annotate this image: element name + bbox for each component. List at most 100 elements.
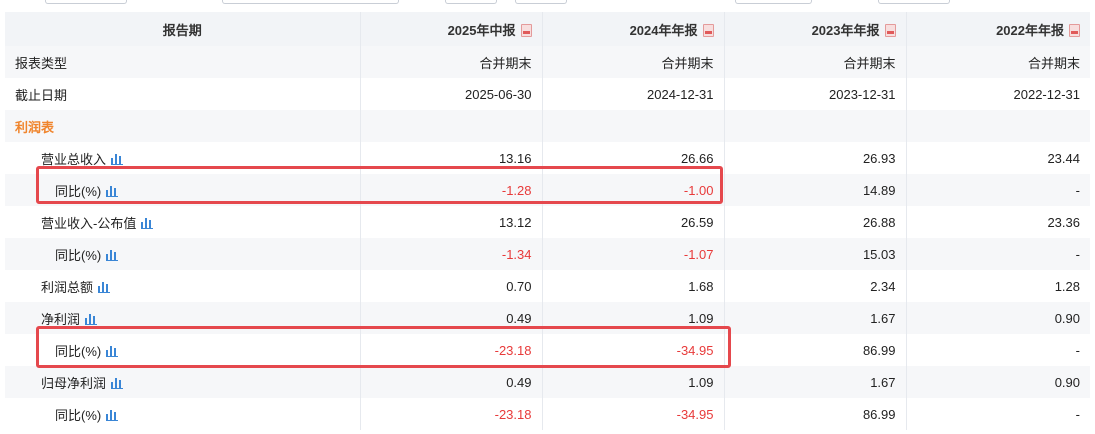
toolbar-tab[interactable] xyxy=(878,0,950,4)
table-row-total-revenue-yoy: 同比(%) -1.28 -1.00 14.89 - xyxy=(5,174,1090,206)
table-cell: 14.89 xyxy=(724,174,907,206)
table-cell: -1.28 xyxy=(360,174,543,206)
row-label: 营业总收入 xyxy=(41,151,107,167)
table-cell: 26.88 xyxy=(724,206,907,238)
row-label-cell: 利润总额 xyxy=(5,270,361,302)
table-cell: 0.90 xyxy=(1054,310,1080,326)
table-row-operating-revenue-yoy: 同比(%) -1.34 -1.07 15.03 - xyxy=(5,238,1090,270)
period-label: 2025年中报 xyxy=(447,22,516,38)
bar-chart-icon[interactable] xyxy=(111,377,124,389)
table-row-end-date: 截止日期 2025-06-30 2024-12-31 2023-12-31 20… xyxy=(5,78,1090,110)
bar-chart-icon[interactable] xyxy=(106,409,119,421)
table-cell: 23.36 xyxy=(1047,214,1080,230)
column-header-period-4[interactable]: 2022年年报 xyxy=(906,12,1090,46)
bar-chart-icon[interactable] xyxy=(106,249,119,261)
table-cell: 13.16 xyxy=(360,142,543,174)
column-header-period-1[interactable]: 2025年中报 xyxy=(360,12,543,46)
table-cell: 1.09 xyxy=(542,366,725,398)
table-cell xyxy=(360,110,543,142)
table-row-total-revenue: 营业总收入 13.16 26.66 26.93 23.44 xyxy=(5,142,1090,174)
pdf-icon[interactable] xyxy=(884,23,896,37)
row-label-cell: 营业总收入 xyxy=(5,142,361,174)
row-label: 归母净利润 xyxy=(41,375,107,391)
table-cell: 2.34 xyxy=(724,270,907,302)
table-cell: 1.67 xyxy=(724,366,907,398)
toolbar-tab[interactable] xyxy=(222,0,399,4)
row-label: 同比(%) xyxy=(55,343,102,359)
table-cell: 2022-12-31 xyxy=(1013,86,1081,102)
period-label: 2023年年报 xyxy=(811,22,880,38)
table-cell: 23.44 xyxy=(1047,150,1080,166)
row-label-cell: 同比(%) xyxy=(5,334,361,366)
table-cell: 1.09 xyxy=(542,302,725,334)
table-row-operating-revenue: 营业收入-公布值 13.12 26.59 26.88 23.36 xyxy=(5,206,1090,238)
table-cell: -34.95 xyxy=(542,398,725,430)
row-label: 同比(%) xyxy=(55,183,102,199)
pdf-icon[interactable] xyxy=(1069,23,1080,37)
row-label: 利润总额 xyxy=(41,279,94,295)
table-cell: 合并期末 xyxy=(724,46,907,78)
table-row-parent-net-profit: 归母净利润 0.49 1.09 1.67 0.90 xyxy=(5,366,1090,398)
bar-chart-icon[interactable] xyxy=(106,185,119,197)
bar-chart-icon[interactable] xyxy=(85,313,98,325)
row-label: 净利润 xyxy=(41,311,81,327)
period-label: 2024年年报 xyxy=(629,22,698,38)
table-cell: 2025-06-30 xyxy=(360,78,543,110)
top-toolbar-edge xyxy=(0,0,1095,6)
toolbar-tab[interactable] xyxy=(735,0,812,4)
table-cell: -23.18 xyxy=(360,398,543,430)
toolbar-tab[interactable] xyxy=(45,0,127,4)
financial-statement-table: 报告期 2025年中报 2024年年报 2023年年报 2022年年报 报表类型… xyxy=(5,12,1090,430)
table-cell: 26.59 xyxy=(542,206,725,238)
table-cell: 0.70 xyxy=(360,270,543,302)
table-cell: 0.49 xyxy=(360,302,543,334)
table-cell: 1.28 xyxy=(1054,278,1080,294)
table-cell: -1.07 xyxy=(542,238,725,270)
row-label: 报表类型 xyxy=(5,46,361,78)
row-label-cell: 归母净利润 xyxy=(5,366,361,398)
toolbar-tab[interactable] xyxy=(515,0,567,4)
table-cell: 合并期末 xyxy=(1027,55,1080,71)
bar-chart-icon[interactable] xyxy=(141,217,154,229)
table-cell: 26.66 xyxy=(542,142,725,174)
toolbar-tab[interactable] xyxy=(445,0,497,4)
table-cell: - xyxy=(1075,246,1080,262)
table-cell: 1.68 xyxy=(542,270,725,302)
period-label: 2022年年报 xyxy=(996,22,1064,38)
row-label: 同比(%) xyxy=(55,407,102,423)
table-cell: -1.34 xyxy=(360,238,543,270)
table-row-net-profit-yoy: 同比(%) -23.18 -34.95 86.99 - xyxy=(5,334,1090,366)
table-cell: 13.12 xyxy=(360,206,543,238)
table-cell: 2023-12-31 xyxy=(724,78,907,110)
table-cell: 0.90 xyxy=(1054,374,1080,390)
table-row-section-income-statement: 利润表 xyxy=(5,110,1090,142)
table-cell xyxy=(542,110,725,142)
pdf-icon[interactable] xyxy=(520,23,532,37)
table-row-parent-net-profit-yoy: 同比(%) -23.18 -34.95 86.99 - xyxy=(5,398,1090,430)
table-cell: 26.93 xyxy=(724,142,907,174)
table-cell: 2024-12-31 xyxy=(542,78,725,110)
table-cell xyxy=(906,110,1090,142)
bar-chart-icon[interactable] xyxy=(106,345,119,357)
column-header-period-2[interactable]: 2024年年报 xyxy=(542,12,725,46)
table-cell: 合并期末 xyxy=(542,46,725,78)
table-cell: 15.03 xyxy=(724,238,907,270)
bar-chart-icon[interactable] xyxy=(98,281,111,293)
row-label: 营业收入-公布值 xyxy=(41,215,137,231)
pdf-icon[interactable] xyxy=(702,23,714,37)
table-cell: 1.67 xyxy=(724,302,907,334)
table-cell: 合并期末 xyxy=(360,46,543,78)
row-label: 截止日期 xyxy=(5,78,361,110)
bar-chart-icon[interactable] xyxy=(111,153,124,165)
header-label: 报告期 xyxy=(162,22,202,38)
table-row-report-type: 报表类型 合并期末 合并期末 合并期末 合并期末 xyxy=(5,46,1090,78)
row-label-cell: 同比(%) xyxy=(5,398,361,430)
table-cell: -23.18 xyxy=(360,334,543,366)
column-header-period-3[interactable]: 2023年年报 xyxy=(724,12,907,46)
row-label-cell: 净利润 xyxy=(5,302,361,334)
table-cell: 0.49 xyxy=(360,366,543,398)
table-row-total-profit: 利润总额 0.70 1.68 2.34 1.28 xyxy=(5,270,1090,302)
table-cell: - xyxy=(1075,406,1080,422)
table-cell: -34.95 xyxy=(542,334,725,366)
row-label-cell: 营业收入-公布值 xyxy=(5,206,361,238)
